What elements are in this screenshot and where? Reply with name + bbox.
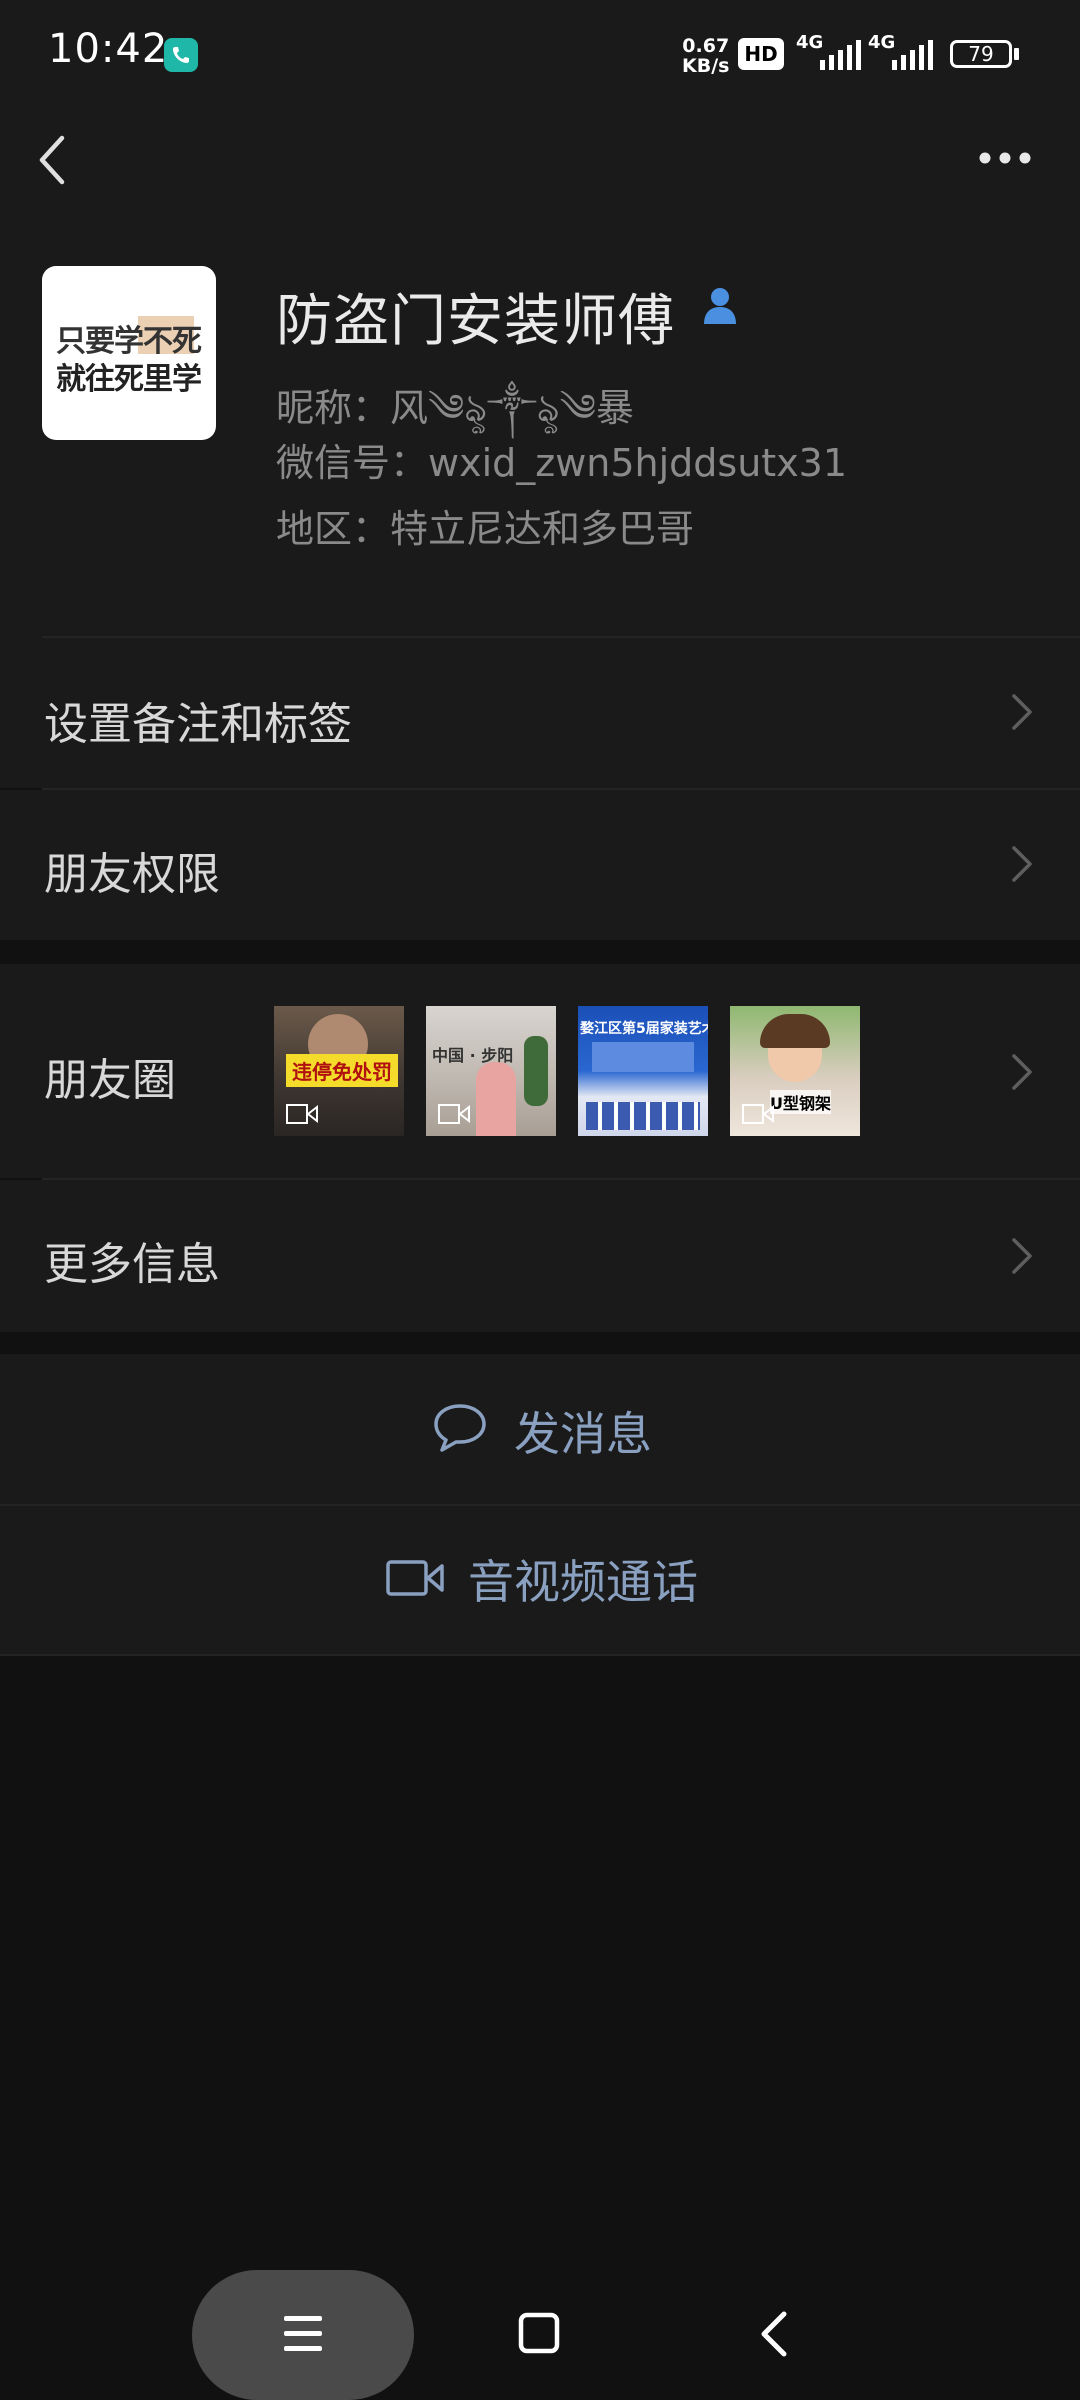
battery-tip — [1014, 48, 1019, 60]
menu-icon — [284, 2316, 322, 2351]
chevron-right-icon — [1012, 694, 1032, 730]
wechat-id: 微信号：wxid_zwn5hjddsutx31 — [276, 441, 848, 485]
signal-bars-icon-1 — [820, 40, 861, 70]
av-call-label: 音视频通话 — [468, 1555, 698, 1609]
moment-thumbnail-1[interactable]: 违停免处罚 — [274, 1006, 404, 1136]
net-speed-value: 0.67 — [682, 35, 730, 57]
thumb-person — [476, 1062, 516, 1136]
send-message-button[interactable]: 发消息 — [0, 1354, 1080, 1504]
recent-apps-button[interactable] — [192, 2270, 414, 2400]
signal-bars-icon-2 — [892, 40, 933, 70]
status-time: 10:42 — [48, 26, 169, 72]
chat-bubble-icon — [434, 1404, 486, 1452]
send-message-label: 发消息 — [514, 1407, 652, 1461]
moments-label: 朋友圈 — [44, 1055, 176, 1106]
divider — [0, 1654, 1080, 1656]
remark-tags-row[interactable]: 设置备注和标签 — [0, 638, 1080, 788]
region: 地区：特立尼达和多巴哥 — [276, 507, 695, 551]
chevron-right-icon — [1012, 1238, 1032, 1274]
person-verified-icon — [704, 288, 736, 324]
net-speed-unit: KB/s — [682, 55, 730, 77]
moment-thumbnail-3[interactable]: 婺江区第5届家装艺术节 — [578, 1006, 708, 1136]
remark-tags-label: 设置备注和标签 — [44, 699, 352, 750]
more-info-label: 更多信息 — [44, 1239, 220, 1290]
thumb-grid — [586, 1102, 700, 1130]
chevron-right-icon — [1012, 846, 1032, 882]
battery-level: 79 — [968, 42, 994, 66]
thumb-banner — [592, 1042, 694, 1072]
friend-permissions-label: 朋友权限 — [44, 849, 220, 900]
thumb-plant — [524, 1036, 548, 1106]
back-button[interactable] — [34, 130, 74, 190]
av-call-button[interactable]: 音视频通话 — [0, 1506, 1080, 1654]
moment-thumb-caption-1: 违停免处罚 — [286, 1054, 398, 1087]
thumb-hair — [760, 1014, 830, 1048]
more-info-row[interactable]: 更多信息 — [0, 1180, 1080, 1332]
avatar-text-line2: 就往死里学 — [56, 362, 202, 397]
friend-permissions-row[interactable]: 朋友权限 — [0, 790, 1080, 940]
phone-call-icon — [164, 38, 198, 72]
video-icon — [286, 1104, 318, 1124]
more-options-button[interactable] — [978, 148, 1032, 168]
network-speed: 0.67 KB/s — [682, 36, 729, 76]
video-camera-icon — [386, 1560, 444, 1596]
moment-thumb-caption-3: 婺江区第5届家装艺术节 — [580, 1021, 708, 1037]
display-name: 防盗门安装师傅 — [276, 289, 675, 354]
home-button[interactable] — [518, 2312, 560, 2354]
video-icon — [438, 1104, 470, 1124]
moment-thumbnail-2[interactable]: 中国 · 步阳 — [426, 1006, 556, 1136]
moment-thumbnail-4[interactable]: U型钢架 — [730, 1006, 860, 1136]
hd-badge: HD — [738, 38, 784, 70]
system-back-button[interactable] — [756, 2310, 792, 2358]
moment-thumb-caption-4: U型钢架 — [770, 1090, 831, 1114]
avatar[interactable]: 只要学不死 就往死里学 — [42, 266, 216, 440]
video-icon — [742, 1104, 774, 1124]
chevron-right-icon — [1012, 1054, 1032, 1090]
